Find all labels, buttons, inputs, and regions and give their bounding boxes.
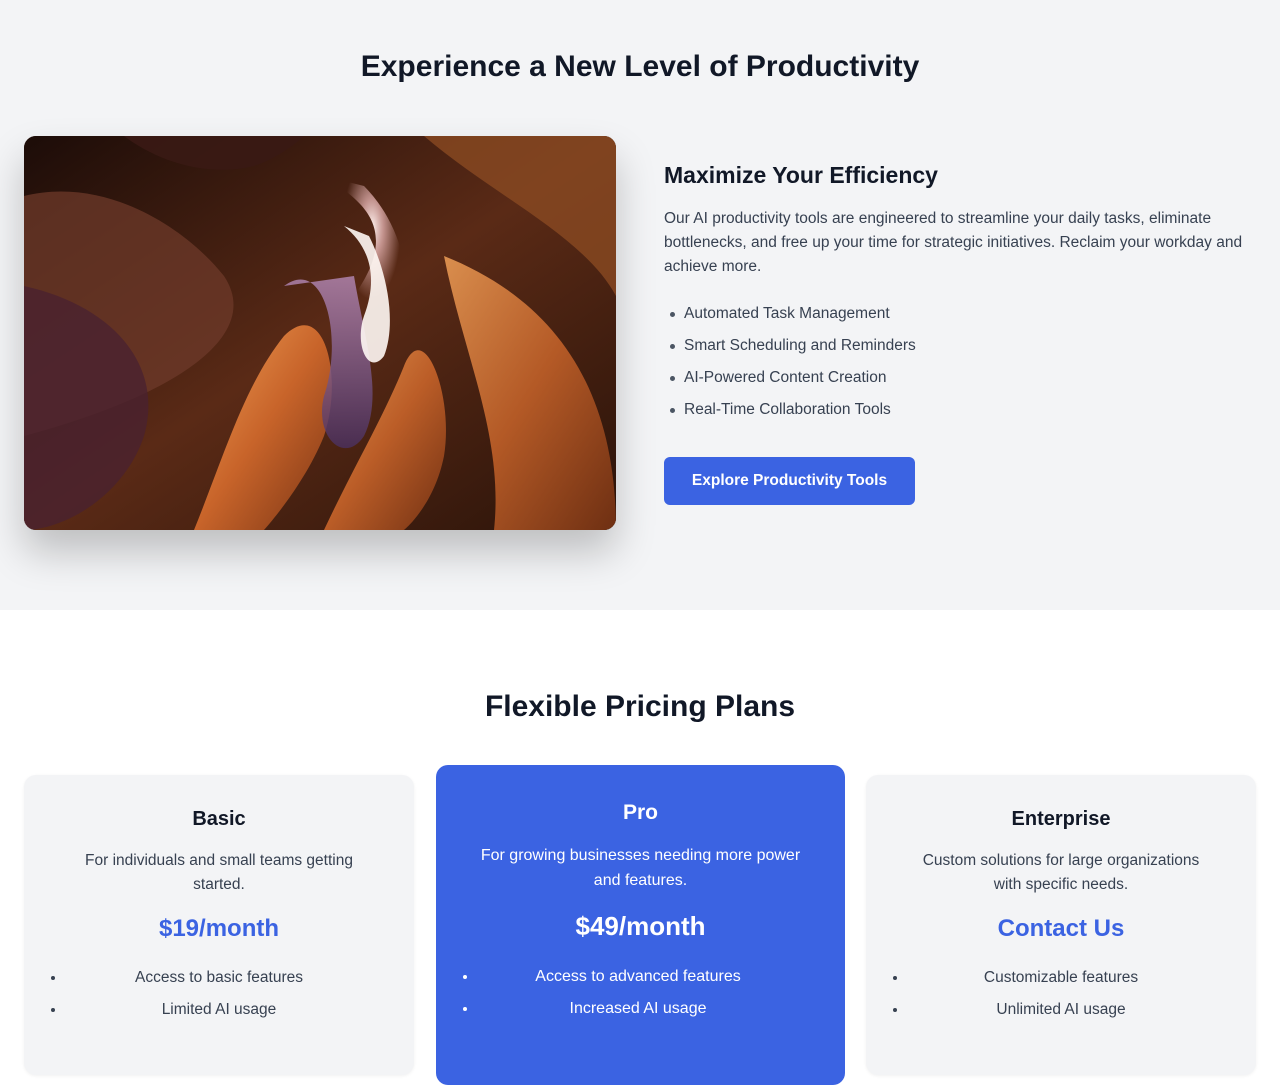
- contact-us-price[interactable]: Contact Us: [866, 915, 1256, 943]
- plan-description: For individuals and small teams getting …: [85, 852, 353, 893]
- plan-description: Custom solutions for large organizations…: [922, 852, 1200, 893]
- plan-feature-item: Increased AI usage: [478, 998, 798, 1030]
- plan-feature-item: Access to advanced features: [478, 966, 798, 998]
- productivity-info: Maximize Your Efficiency Our AI producti…: [664, 162, 1244, 505]
- productivity-section: Experience a New Level of Productivity M…: [0, 0, 1280, 610]
- plan-feature-list: Customizable features Unlimited AI usage: [908, 967, 1214, 1031]
- feature-item: Automated Task Management: [664, 303, 1244, 335]
- plan-feature-item: Access to basic features: [66, 967, 372, 999]
- explore-tools-button[interactable]: Explore Productivity Tools: [664, 457, 915, 505]
- plan-description: For growing businesses needing more powe…: [480, 847, 801, 889]
- info-title: Maximize Your Efficiency: [664, 162, 938, 188]
- plan-feature-list: Access to basic features Limited AI usag…: [66, 967, 372, 1031]
- canyon-image: [24, 136, 616, 530]
- plan-feature-item: Unlimited AI usage: [908, 999, 1214, 1031]
- section-title: Experience a New Level of Productivity: [360, 50, 920, 83]
- info-description: Our AI productivity tools are engineered…: [664, 210, 1243, 275]
- plan-feature-item: Customizable features: [908, 967, 1214, 999]
- pricing-title: Flexible Pricing Plans: [484, 690, 796, 723]
- canyon-illustration: [24, 136, 616, 530]
- feature-item: Real-Time Collaboration Tools: [664, 399, 1244, 431]
- plan-feature-list: Access to advanced features Increased AI…: [478, 966, 798, 1030]
- plan-card-basic: Basic For individuals and small teams ge…: [24, 775, 414, 1075]
- plan-name: Pro: [622, 801, 658, 824]
- feature-item: AI-Powered Content Creation: [664, 367, 1244, 399]
- plan-name: Enterprise: [1011, 808, 1111, 830]
- feature-list: Automated Task Management Smart Scheduli…: [664, 303, 1244, 431]
- plan-price: $19/month: [158, 915, 280, 942]
- plan-card-enterprise: Enterprise Custom solutions for large or…: [866, 775, 1256, 1075]
- plan-card-pro: Pro For growing businesses needing more …: [436, 765, 845, 1085]
- plan-feature-item: Limited AI usage: [66, 999, 372, 1031]
- plan-name: Basic: [192, 808, 246, 830]
- plan-price: $49/month: [575, 911, 706, 941]
- feature-item: Smart Scheduling and Reminders: [664, 335, 1244, 367]
